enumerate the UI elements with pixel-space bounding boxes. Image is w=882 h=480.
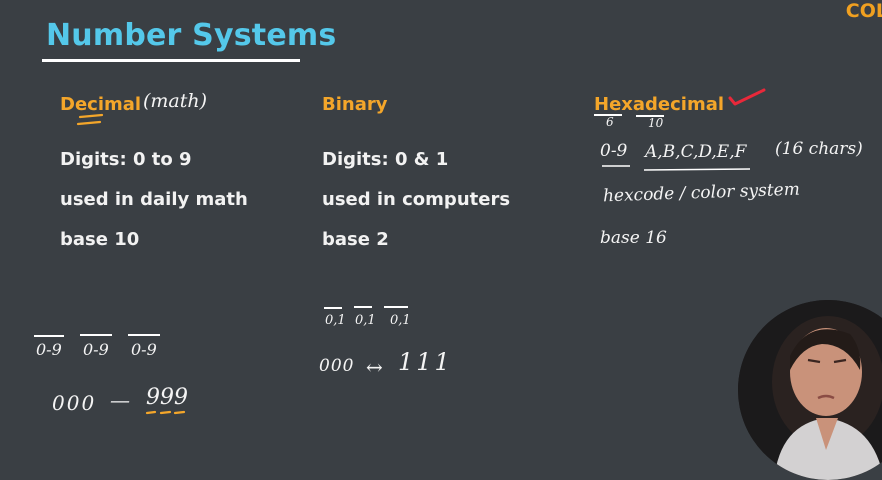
decimal-heading: Decimal (60, 94, 142, 115)
binary-usage: used in computers (322, 189, 511, 210)
decimal-double-underline (76, 113, 104, 126)
decimal-note: (math) (143, 90, 208, 112)
decimal-group-3: 0-9 (131, 340, 157, 359)
hexadecimal-letters: A,B,C,D,E,F (645, 142, 747, 162)
binary-heading: Binary (322, 94, 388, 115)
hexadecimal-heading: Hexadecimal (594, 94, 725, 115)
hexadecimal-split-a: 6 (606, 115, 614, 129)
binary-range-end: 111 (398, 348, 453, 376)
decimal-range-end: 999 (146, 385, 188, 410)
hexadecimal-letters-underline (602, 165, 751, 171)
brand-logo: COL (845, 0, 882, 22)
decimal-group-overlines (34, 334, 160, 337)
binary-group-3: 0,1 (390, 313, 411, 328)
decimal-range-start: 000 (52, 391, 97, 415)
decimal-range-end-underline (145, 410, 186, 415)
page-title: Number Systems (46, 18, 337, 53)
hexadecimal-split-b: 10 (648, 116, 664, 130)
decimal-base: base 10 (60, 229, 140, 250)
hexadecimal-usage: hexcode / color system (602, 179, 801, 207)
decimal-digits: Digits: 0 to 9 (60, 149, 192, 170)
decimal-group-1: 0-9 (36, 340, 62, 359)
presenter-avatar (738, 300, 882, 480)
binary-base: base 2 (322, 229, 389, 250)
presenter-video (738, 300, 882, 480)
decimal-usage: used in daily math (60, 189, 248, 210)
hexadecimal-digits: 0-9 (600, 141, 628, 161)
binary-group-1: 0,1 (325, 313, 346, 328)
binary-range-arrow: ↔ (366, 355, 383, 379)
title-underline (42, 59, 300, 62)
binary-group-overlines (324, 306, 408, 309)
binary-range-start: 000 (319, 356, 355, 376)
decimal-range-dash: — (110, 388, 130, 412)
hexadecimal-count: (16 chars) (775, 139, 863, 159)
hexadecimal-base: base 16 (600, 228, 667, 248)
decimal-group-2: 0-9 (83, 340, 109, 359)
binary-digits: Digits: 0 & 1 (322, 149, 449, 170)
binary-group-2: 0,1 (355, 313, 376, 328)
check-mark-icon (728, 88, 766, 106)
